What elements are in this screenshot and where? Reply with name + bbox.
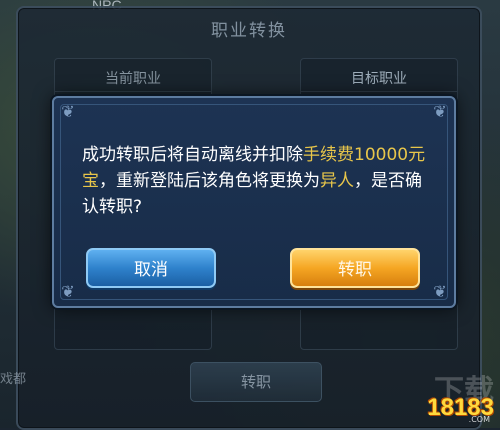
cancel-button[interactable]: 取消 bbox=[86, 248, 216, 288]
confirm-change-button[interactable]: 转职 bbox=[290, 248, 420, 288]
confirm-dialog: ❦ ❦ ❦ ❦ 成功转职后将自动离线并扣除手续费10000元宝，重新登陆后该角色… bbox=[52, 96, 456, 308]
side-partial-text: 戏都 bbox=[0, 372, 27, 387]
panel-title: 职业转换 bbox=[211, 21, 287, 41]
ornament-icon: ❦ bbox=[433, 102, 447, 121]
ornament-icon: ❦ bbox=[433, 282, 447, 301]
current-class-label: 当前职业 bbox=[55, 67, 211, 92]
ornament-icon: ❦ bbox=[61, 102, 75, 121]
watermark-domain: .COM bbox=[468, 415, 490, 424]
change-class-button[interactable]: 转职 bbox=[190, 362, 322, 402]
dialog-message: 成功转职后将自动离线并扣除手续费10000元宝，重新登陆后该角色将更换为异人，是… bbox=[82, 142, 430, 220]
target-class-label: 目标职业 bbox=[301, 67, 457, 92]
message-text: ，重新登陆后该角色将更换为 bbox=[99, 171, 320, 191]
site-watermark: 下载 18183 .COM bbox=[398, 366, 494, 424]
message-text: 成功转职后将自动离线并扣除 bbox=[82, 145, 303, 165]
class-highlight: 异人 bbox=[320, 171, 354, 191]
ornament-icon: ❦ bbox=[61, 282, 75, 301]
